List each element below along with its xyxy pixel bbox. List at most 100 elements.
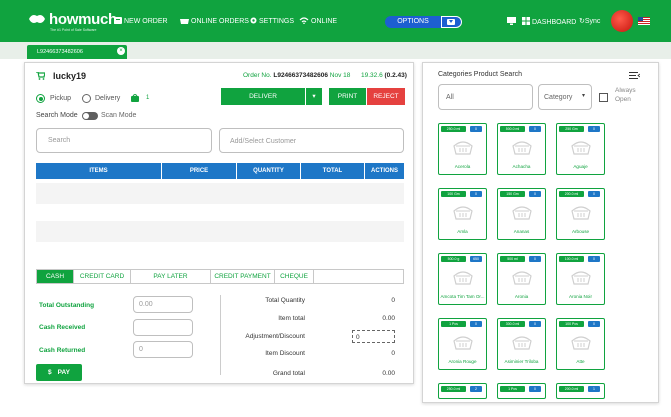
product-name: Aguaje [573, 164, 588, 169]
item-discount-label: Item Discount [265, 350, 305, 357]
deliver-button[interactable]: DELIVER [221, 88, 305, 105]
product-quantity-badge: 1 Pcs [441, 321, 466, 327]
product-card[interactable]: 250 Gm 0 Aguaje [556, 123, 605, 175]
product-stock-badge: 2 [470, 386, 482, 392]
item-total-value: 0.00 [382, 315, 395, 322]
app-logo[interactable]: howmuch [28, 11, 117, 28]
always-open-checkbox[interactable] [599, 93, 608, 102]
tab-credit-card[interactable]: CREDIT CARD [74, 270, 131, 283]
scan-mode-toggle[interactable] [82, 112, 98, 120]
category-select[interactable]: Category ▾ [538, 84, 592, 110]
product-card[interactable]: 1 Pcs 0 [497, 383, 546, 399]
product-card[interactable]: 500.0 ml 0 Achacha [497, 123, 546, 175]
dashboard-link[interactable]: DASHBOARD [522, 17, 576, 26]
product-quantity-badge: 300.0 ml [500, 321, 525, 327]
item-total-label: Item total [278, 315, 305, 322]
product-quantity-badge: 200.0 ml [559, 191, 584, 197]
product-quantity-badge: 500.0 ml [500, 126, 525, 132]
tab-credit-payment[interactable]: CREDIT PAYMENT [211, 270, 275, 283]
product-stock-badge: 0 [588, 191, 600, 197]
search-input[interactable]: Search [36, 128, 212, 153]
settings-label: SETTINGS [259, 18, 295, 25]
new-order-link[interactable]: NEW ORDER [114, 17, 168, 25]
product-stock-badge: 0 [529, 321, 541, 327]
cash-returned-value: 0 [139, 346, 143, 353]
product-quantity-badge: 200.0 ml [559, 386, 584, 392]
dashboard-label: DASHBOARD [532, 19, 577, 26]
settings-link[interactable]: SETTINGS [250, 17, 294, 25]
product-search-input[interactable]: All [438, 84, 533, 110]
product-stock-badge: 650 [470, 256, 482, 262]
pickup-radio[interactable] [36, 94, 45, 103]
col-items: ITEMS [36, 163, 162, 179]
delivery-radio[interactable] [82, 94, 91, 103]
product-card[interactable]: 250.0 ml 0 Acerola [438, 123, 487, 175]
basket-icon [180, 19, 189, 24]
product-stock-badge: 0 [529, 386, 541, 392]
options-dropdown-toggle[interactable] [441, 16, 462, 28]
product-card[interactable]: 100 Pcs 0 Atte [556, 318, 605, 370]
catalog-title: Categories Product Search [438, 71, 523, 78]
wifi-icon [299, 17, 309, 25]
badge-count: 1 [146, 95, 150, 101]
online-label: ONLINE [311, 18, 338, 25]
pay-label: PAY [57, 369, 70, 376]
online-orders-label: ONLINE ORDERS [191, 18, 249, 25]
product-quantity-badge: 250.0 ml [441, 126, 466, 132]
product-card[interactable]: 150 Gm 0 Ananas [497, 188, 546, 240]
close-tab-icon[interactable]: × [117, 47, 125, 55]
product-name: Ananas [513, 229, 530, 234]
tab-pay-later[interactable]: PAY LATER [131, 270, 211, 283]
product-card[interactable]: 250.0 ml 2 [438, 383, 487, 399]
user-avatar[interactable] [611, 10, 633, 32]
customer-name: lucky19 [53, 71, 87, 81]
table-row [36, 221, 404, 242]
product-card[interactable]: 500 ml 0 Aronia [497, 253, 546, 305]
total-quantity-value: 0 [391, 297, 395, 304]
adjustment-discount-input[interactable]: 0 [352, 330, 395, 343]
product-card[interactable]: 1 Pcs 0 Aronia Rouge [438, 318, 487, 370]
summary-divider [220, 295, 221, 375]
sync-button[interactable]: ↻Sync [579, 17, 600, 25]
customer-select-input[interactable]: Add/Select Customer [219, 128, 404, 153]
customer-placeholder: Add/Select Customer [230, 138, 297, 145]
tab-cheque[interactable]: CHEQUE [275, 270, 314, 283]
product-placeholder-icon [453, 271, 473, 285]
order-tab[interactable]: L92466373482606 [27, 45, 127, 59]
order-balance: (0.2.43) [384, 72, 407, 79]
product-placeholder-icon [571, 271, 591, 285]
monitor-button[interactable] [507, 17, 518, 26]
tab-cash[interactable]: CASH [37, 270, 74, 283]
online-orders-link[interactable]: ONLINE ORDERS [180, 17, 249, 25]
product-placeholder-icon [571, 141, 591, 155]
print-button[interactable]: PRINT [329, 88, 366, 105]
options-button[interactable]: OPTIONS [385, 16, 441, 28]
cash-returned-field[interactable]: 0 [133, 341, 193, 358]
cash-received-field[interactable] [133, 319, 193, 336]
product-card[interactable]: 200.0 ml 0 Arbouse [556, 188, 605, 240]
col-quantity: QUANTITY [237, 163, 301, 179]
pay-button[interactable]: $ PAY [36, 364, 82, 381]
product-card[interactable]: 500.0 g 650 Amcota Tim Tam Or... [438, 253, 487, 305]
grand-total-label: Grand total [272, 370, 305, 377]
product-card[interactable]: 100 Gm 0 Amla [438, 188, 487, 240]
category-select-value: Category [544, 94, 573, 101]
order-amount: 19.32.6 (0.2.43) [361, 72, 407, 79]
gear-icon [250, 17, 257, 24]
product-card[interactable]: 300.0 ml 0 Asiminier Triloba [497, 318, 546, 370]
us-flag-icon[interactable] [638, 17, 650, 25]
total-outstanding-field[interactable]: 0.00 [133, 296, 193, 313]
product-placeholder-icon [571, 336, 591, 350]
deliver-dropdown-button[interactable]: ▾ [305, 88, 322, 105]
always-open-label: Always Open [615, 87, 636, 103]
new-order-label: NEW ORDER [124, 18, 168, 25]
total-outstanding-label: Total Outstanding [39, 302, 95, 309]
product-quantity-badge: 100 Pcs [559, 321, 584, 327]
logo-mark-icon [29, 15, 45, 23]
product-card[interactable]: 100.0 ml 0 Aronia Noir [556, 253, 605, 305]
monitor-icon [507, 17, 516, 25]
product-stock-badge: 1 [588, 386, 600, 392]
catalog-panel: Categories Product Search All Category ▾… [422, 62, 659, 403]
product-card[interactable]: 200.0 ml 1 [556, 383, 605, 399]
reject-button[interactable]: REJECT [367, 88, 405, 105]
